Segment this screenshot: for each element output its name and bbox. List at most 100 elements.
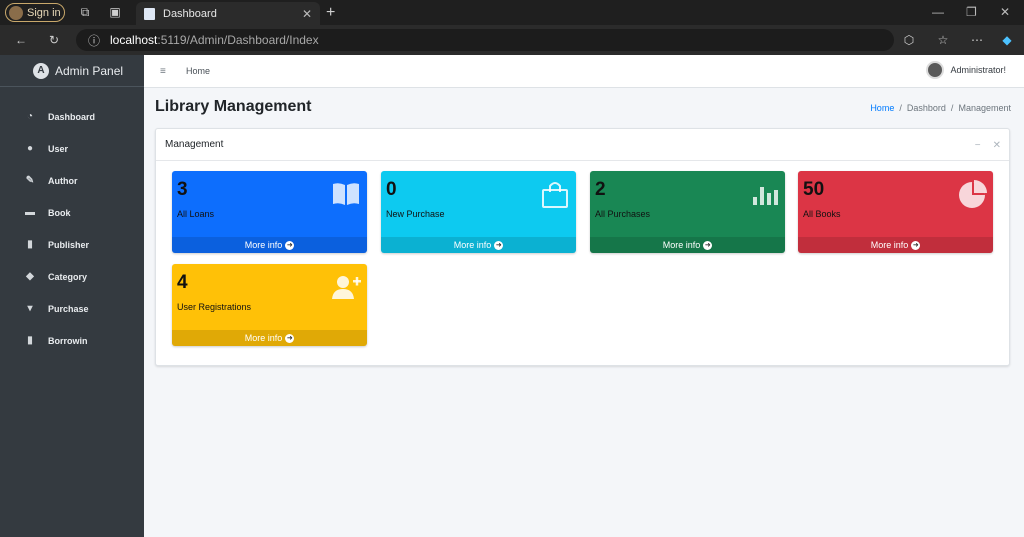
restore-icon[interactable]: ❐ [966, 5, 977, 19]
tag-icon: ◆ [26, 271, 34, 282]
more-info-label: More info [870, 240, 909, 250]
sign-in-button[interactable]: Sign in [5, 3, 65, 22]
arrow-circle-right-icon: ➜ [285, 240, 295, 250]
user-menu[interactable]: Administrator! [926, 61, 1006, 79]
sidebar-item-label: Borrowin [48, 336, 88, 346]
tab-actions-icon[interactable]: ▣ [108, 5, 122, 19]
box-label: All Loans [177, 209, 215, 219]
arrow-circle-right-icon: ➜ [703, 240, 713, 250]
small-box-user-registrations: 4 User Registrations More info ➜ [172, 264, 367, 346]
more-info-link[interactable]: More info ➜ [590, 237, 785, 253]
workspaces-icon[interactable]: ⧉ [78, 5, 92, 19]
sidebar-item-book[interactable]: ▬ Book [0, 197, 144, 229]
breadcrumb-home[interactable]: Home [870, 103, 894, 113]
extensions-icon[interactable]: ⬡ [902, 33, 916, 47]
management-card: Management − ✕ 3 All Loans More info ➜ 0 … [155, 128, 1010, 366]
sidebar-item-dashboard[interactable]: ◔ Dashboard [0, 101, 144, 133]
bar-chart-icon [753, 187, 778, 205]
browser-tab-bar: Sign in ⧉ ▣ Dashboard ✕ + — ❐ ✕ [0, 0, 1024, 25]
top-home-link[interactable]: Home [186, 66, 210, 76]
url-field[interactable]: ⓘ localhost:5119/Admin/Dashboard/Index [76, 29, 894, 51]
more-info-link[interactable]: More info ➜ [172, 330, 367, 346]
site-info-icon[interactable]: ⓘ [88, 32, 100, 49]
back-icon[interactable]: ← [14, 33, 28, 47]
breadcrumb-separator: / [948, 103, 956, 113]
more-info-label: More info [662, 240, 701, 250]
sidebar-item-purchase[interactable]: ▾ Purchase [0, 293, 144, 325]
minimize-icon[interactable]: — [932, 5, 944, 19]
box-value: 2 [595, 179, 606, 200]
more-options-icon[interactable]: ⋯ [970, 33, 984, 47]
browser-tab-title: Dashboard [163, 7, 217, 20]
box-label: New Purchase [386, 209, 445, 219]
address-bar-row: ← ↻ ⓘ localhost:5119/Admin/Dashboard/Ind… [0, 25, 1024, 55]
refresh-icon[interactable]: ↻ [47, 33, 61, 47]
sidebar: A Admin Panel ◔ Dashboard ● User ✎ Author ▬… [0, 55, 144, 537]
cart-icon: ▾ [27, 303, 33, 314]
shopping-bag-icon [542, 182, 568, 208]
palette-icon: ◔ [26, 111, 34, 122]
arrow-circle-right-icon: ➜ [911, 240, 921, 250]
remove-icon[interactable]: ✕ [993, 140, 1001, 151]
sidebar-item-label: Category [48, 272, 88, 282]
sidebar-item-label: Book [48, 208, 71, 218]
box-label: All Purchases [595, 209, 651, 219]
breadcrumb-management: Management [958, 103, 1011, 113]
more-info-label: More info [244, 333, 283, 343]
brand-logo-icon: A [33, 62, 49, 79]
arrow-circle-right-icon: ➜ [285, 333, 295, 343]
box-value: 50 [803, 179, 825, 200]
sidebar-item-label: Author [48, 176, 78, 186]
sidebar-item-author[interactable]: ✎ Author [0, 165, 144, 197]
small-box-all-purchases: 2 All Purchases More info ➜ [590, 171, 785, 253]
page-title: Library Management [155, 98, 312, 115]
sidebar-item-category[interactable]: ◆ Category [0, 261, 144, 293]
sidebar-item-borrowin[interactable]: ▮ Borrowin [0, 325, 144, 357]
brand-text: Admin Panel [55, 63, 124, 78]
breadcrumb-dashbord: Dashbord [906, 103, 946, 113]
more-info-label: More info [244, 240, 283, 250]
menu-toggle-icon[interactable]: ≡ [160, 66, 166, 77]
more-info-link[interactable]: More info ➜ [381, 237, 576, 253]
url-path: :5119/Admin/Dashboard/Index [157, 33, 319, 47]
sidebar-item-label: Dashboard [48, 112, 96, 122]
sidebar-item-label: User [48, 144, 69, 154]
profile-avatar [9, 5, 23, 20]
box-label: User Registrations [177, 302, 252, 312]
new-tab-icon[interactable]: + [326, 4, 335, 22]
copilot-icon[interactable]: ◆ [1000, 33, 1014, 47]
user-avatar [926, 61, 945, 79]
url-host: localhost [110, 33, 158, 47]
user-plus-icon [332, 276, 361, 299]
small-box-all-loans: 3 All Loans More info ➜ [172, 171, 367, 253]
box-label: All Books [803, 209, 841, 219]
sidebar-nav: ◔ Dashboard ● User ✎ Author ▬ Book ▮ Publishe… [0, 101, 144, 357]
more-info-link[interactable]: More info ➜ [172, 237, 367, 253]
card-tools: − ✕ [975, 140, 1001, 151]
book-open-icon [333, 183, 359, 205]
arrow-circle-right-icon: ➜ [494, 240, 504, 250]
edit-icon: ✎ [25, 175, 35, 186]
sidebar-item-user[interactable]: ● User [0, 133, 144, 165]
breadcrumb-separator: / [896, 103, 905, 113]
favorites-icon[interactable]: ☆ [936, 33, 950, 47]
browser-tab[interactable]: Dashboard ✕ [136, 2, 320, 25]
content-header: Library Management Home / Dashbord / Man… [155, 98, 1011, 120]
brand-link[interactable]: A Admin Panel [0, 55, 144, 87]
collapse-icon[interactable]: − [975, 140, 981, 151]
user-icon: ● [26, 143, 34, 154]
sidebar-item-publisher[interactable]: ▮ Publisher [0, 229, 144, 261]
page-favicon-icon [144, 7, 155, 20]
sidebar-item-label: Purchase [48, 304, 89, 314]
more-info-label: More info [453, 240, 492, 250]
page-viewport: A Admin Panel ◔ Dashboard ● User ✎ Author ▬… [0, 55, 1024, 537]
sign-in-label: Sign in [27, 6, 61, 19]
close-window-icon[interactable]: ✕ [1000, 5, 1010, 19]
publisher-icon: ▮ [27, 239, 33, 250]
more-info-link[interactable]: More info ➜ [798, 237, 993, 253]
top-navbar: ≡ Home Administrator! [144, 55, 1024, 88]
card-title: Management [165, 139, 224, 150]
close-tab-icon[interactable]: ✕ [302, 7, 312, 21]
sidebar-item-label: Publisher [48, 240, 90, 250]
pie-chart-icon [959, 180, 987, 208]
